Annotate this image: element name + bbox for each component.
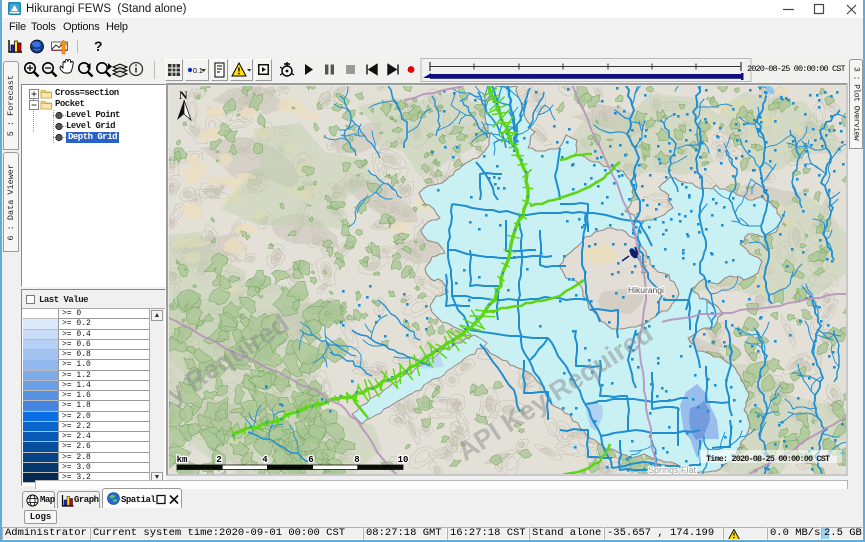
svg-text:8: 8 (354, 455, 359, 465)
svg-text:Hikurangi: Hikurangi (628, 285, 664, 295)
svg-text:Springs Flat: Springs Flat (648, 465, 697, 475)
svg-text:Time: 2020-08-25 00:00:00 CST: Time: 2020-08-25 00:00:00 CST (706, 454, 830, 464)
svg-text:10: 10 (398, 455, 409, 465)
svg-text:SH 1: SH 1 (638, 254, 650, 275)
svg-text:N: N (179, 88, 188, 102)
svg-text:2: 2 (216, 455, 221, 465)
svg-text:4: 4 (262, 455, 268, 465)
svg-text:6: 6 (308, 455, 313, 465)
svg-text:km: km (177, 455, 188, 465)
